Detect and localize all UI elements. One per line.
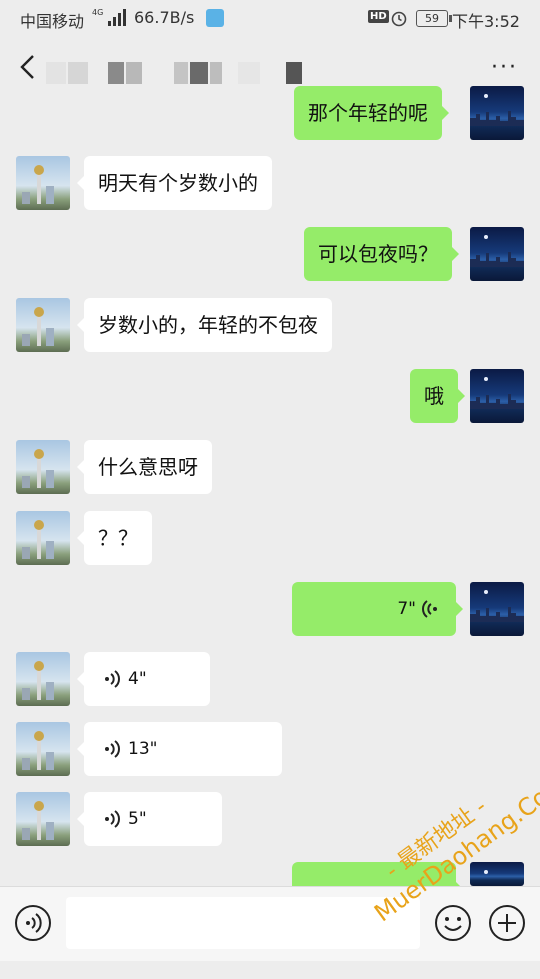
message-text: 哦 [424,384,444,408]
voice-wave-icon [105,740,120,758]
carrier-label: 中国移动 [20,12,85,31]
hd-badge: HD [368,10,389,23]
voice-message-incoming[interactable]: 13" [77,722,282,776]
self-avatar[interactable] [470,369,524,423]
input-bar [0,886,540,961]
signal-icon: 4G [92,8,126,26]
chat-header: ··· [0,36,540,100]
alarm-icon [391,11,407,27]
contact-avatar[interactable] [16,511,70,565]
network-speed: 66.7B/s [134,8,195,27]
self-avatar[interactable] [470,227,524,281]
message-bubble-incoming[interactable]: 岁数小的，年轻的不包夜 [77,298,332,352]
message-bubble-outgoing[interactable]: 哦 [410,369,465,423]
self-avatar[interactable] [470,862,524,886]
emoji-icon[interactable] [434,904,472,942]
contact-avatar[interactable] [16,440,70,494]
contact-avatar[interactable] [16,156,70,210]
voice-input-icon[interactable] [14,904,52,942]
voice-duration: 5" [128,809,147,829]
message-input[interactable] [66,897,420,949]
voice-duration: 7" [397,599,416,619]
voice-message-outgoing[interactable]: 7" [292,582,463,636]
message-text: 明天有个岁数小的 [98,171,258,195]
voice-wave-icon [422,600,437,618]
battery-icon: 59 [416,10,452,27]
voice-message-incoming[interactable]: 5" [77,792,222,846]
voice-wave-icon [105,670,120,688]
chevron-left-icon[interactable] [14,52,44,82]
message-text: ？？ [98,526,138,550]
contact-avatar[interactable] [16,298,70,352]
message-bubble-outgoing[interactable]: 可以包夜吗？ [304,227,459,281]
voice-message-incoming[interactable]: 4" [77,652,210,706]
self-avatar[interactable] [470,582,524,636]
contact-avatar[interactable] [16,792,70,846]
message-bubble-outgoing-partial[interactable] [292,862,463,896]
plus-icon[interactable] [488,904,526,942]
notification-app-icon [206,9,224,27]
message-text: 那个年轻的呢 [308,101,428,125]
message-bubble-outgoing[interactable]: 那个年轻的呢 [294,86,449,140]
message-text: 可以包夜吗？ [318,242,438,266]
voice-duration: 13" [128,739,158,759]
message-bubble-incoming[interactable]: 什么意思呀 [77,440,212,494]
self-avatar[interactable] [470,86,524,140]
message-text: 什么意思呀 [98,455,198,479]
message-text: 岁数小的，年轻的不包夜 [98,313,318,337]
message-bubble-incoming[interactable]: ？？ [77,511,152,565]
contact-avatar[interactable] [16,722,70,776]
message-bubble-incoming[interactable]: 明天有个岁数小的 [77,156,272,210]
network-label: 4G [92,8,103,17]
status-bar: 中国移动 4G 66.7B/s HD 59 下午3:52 [0,0,540,36]
contact-name-redacted [46,62,306,84]
voice-wave-icon [105,810,120,828]
status-time: 下午3:52 [452,12,520,31]
more-menu-button[interactable]: ··· [491,57,518,79]
voice-duration: 4" [128,669,147,689]
contact-avatar[interactable] [16,652,70,706]
